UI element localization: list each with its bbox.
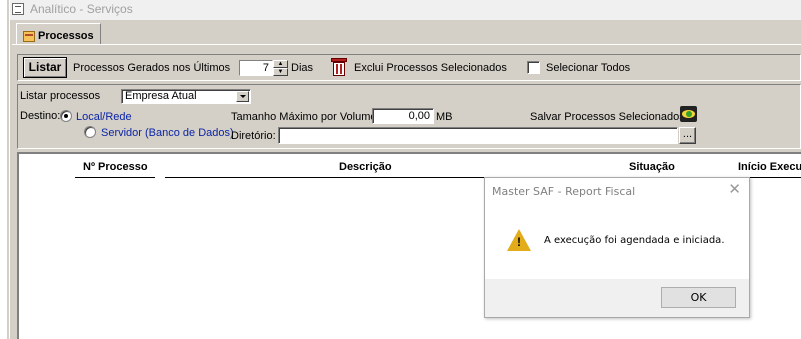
options-panel: Listar processos Empresa Atual Destino: … — [17, 84, 801, 149]
spin-up-icon[interactable]: ▲ — [273, 60, 288, 68]
radio-local[interactable] — [60, 110, 72, 122]
radio-server-label[interactable]: Servidor (Banco de Dados) — [101, 127, 234, 139]
warning-icon: ! — [507, 229, 531, 251]
max-size-label: Tamanho Máximo por Volume: — [231, 111, 380, 123]
select-all-label: Selecionar Todos — [546, 62, 631, 74]
tab-label: Processos — [38, 30, 94, 42]
window-title: Analítico - Serviços — [30, 2, 133, 16]
save-processes-icon[interactable] — [680, 106, 697, 122]
delete-selected-button[interactable]: Exclui Processos Selecionados — [354, 62, 507, 74]
select-all-checkbox[interactable] — [527, 61, 540, 74]
col-descricao[interactable]: Descrição — [339, 161, 392, 173]
col-situacao[interactable]: Situação — [629, 161, 675, 173]
process-toolbar: Listar Processos Gerados nos Últimos 7 ▲… — [17, 54, 801, 81]
left-frame — [0, 0, 9, 339]
days-spinner[interactable]: ▲ ▼ — [273, 60, 288, 76]
main-window: Analítico - Serviços Processos Listar Pr… — [10, 0, 801, 339]
dialog-title: Master SAF - Report Fiscal — [492, 185, 636, 198]
trash-icon[interactable] — [331, 58, 347, 76]
max-size-input[interactable]: 0,00 — [372, 108, 434, 124]
col-underline — [75, 177, 155, 178]
generated-label: Processos Gerados nos Últimos — [73, 62, 231, 74]
ok-button[interactable]: OK — [661, 287, 736, 308]
dialog-footer: OK — [485, 279, 749, 317]
close-icon[interactable]: ✕ — [728, 180, 741, 198]
browse-button[interactable]: ... — [679, 127, 696, 144]
max-size-unit: MB — [436, 111, 453, 123]
chevron-down-icon[interactable] — [236, 91, 249, 102]
days-input[interactable]: 7 — [239, 60, 273, 76]
folder-icon — [23, 30, 35, 42]
directory-input[interactable] — [278, 127, 678, 144]
radio-server[interactable] — [84, 126, 96, 138]
tab-strip: Processos — [10, 20, 801, 45]
days-label: Dias — [291, 62, 314, 74]
list-select[interactable]: Empresa Atual — [121, 89, 251, 104]
list-label: Listar processos — [20, 90, 101, 102]
radio-local-label[interactable]: Local/Rede — [76, 111, 132, 123]
listar-button[interactable]: Listar — [23, 57, 67, 78]
col-inicio-execucao[interactable]: Início Execução — [738, 161, 801, 173]
window-icon — [12, 3, 24, 15]
destino-label: Destino: — [20, 110, 61, 122]
col-num-processo[interactable]: Nº Processo — [83, 161, 148, 173]
tab-processos[interactable]: Processos — [16, 23, 101, 45]
tab-panel-edge — [12, 44, 801, 45]
message-dialog: Master SAF - Report Fiscal ✕ ! A execuçã… — [484, 177, 750, 318]
dialog-message: A execução foi agendada e iniciada. — [544, 235, 725, 246]
spin-down-icon[interactable]: ▼ — [273, 68, 288, 76]
dir-label: Diretório: — [231, 130, 276, 142]
title-bar: Analítico - Serviços — [10, 0, 801, 20]
list-select-value: Empresa Atual — [125, 90, 197, 102]
save-label: Salvar Processos Selecionados — [530, 111, 685, 123]
